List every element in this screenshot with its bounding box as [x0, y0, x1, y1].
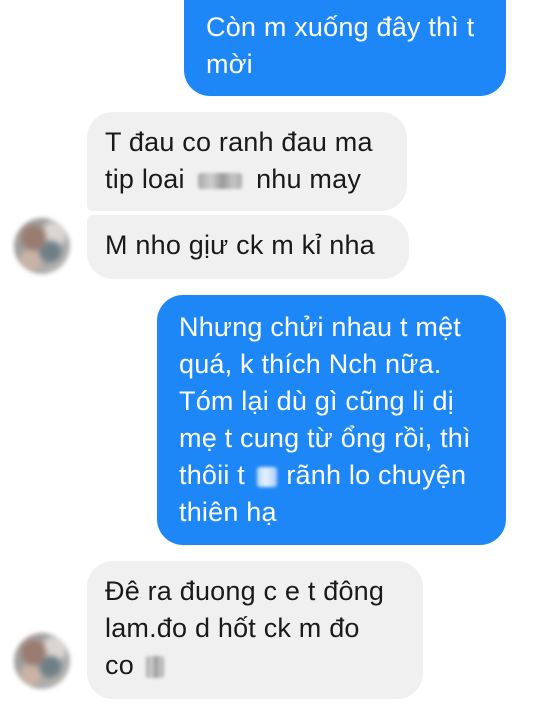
message-text: mẹ t cung từ ổng rồi, thì: [179, 423, 471, 453]
message-text-line: tip loai nhu may: [105, 161, 407, 198]
contact-avatar[interactable]: [14, 218, 70, 274]
sent-message-bubble[interactable]: Nhưng chửi nhau t mệt quá, k thích Nch n…: [157, 295, 506, 545]
redacted-word: [198, 172, 243, 189]
message-text-line: co: [105, 647, 423, 684]
message-text: thôii t: [179, 460, 245, 490]
message-text: thiên hạ: [179, 497, 277, 527]
redacted-word: [145, 655, 164, 678]
contact-avatar[interactable]: [14, 633, 70, 689]
message-text: tip loai: [105, 164, 185, 194]
message-text: Tóm lại dù gì cũng li dị: [179, 386, 454, 416]
message-text: nhu may: [256, 164, 362, 194]
received-message-bubble[interactable]: T đau co ranh đau ma tip loai nhu may: [87, 112, 407, 211]
message-text-line: thôii t rãnh lo chuyện: [179, 457, 506, 494]
message-text: M nho gịư ck m kỉ nha: [105, 230, 375, 260]
message-text: rãnh lo chuyện: [286, 460, 467, 490]
message-text: quá, k thích Nch nữa.: [179, 349, 442, 379]
message-text: Còn m xuống đây thì t: [206, 12, 475, 42]
message-text: Nhưng chửi nhau t mệt: [179, 312, 461, 342]
sent-message-bubble[interactable]: Còn m xuống đây thì t mời: [184, 0, 506, 96]
redacted-word: [256, 466, 277, 487]
message-text: mời: [206, 49, 253, 79]
received-message-bubble[interactable]: Đê ra đuong c e t đông lam.đo d hốt ck m…: [87, 561, 423, 699]
message-text: T đau co ranh đau ma: [105, 127, 373, 157]
message-text: lam.đo d hốt ck m đo: [105, 613, 360, 643]
received-message-bubble[interactable]: M nho gịư ck m kỉ nha: [87, 215, 409, 279]
message-text: co: [105, 650, 134, 680]
message-text: Đê ra đuong c e t đông: [105, 576, 385, 606]
